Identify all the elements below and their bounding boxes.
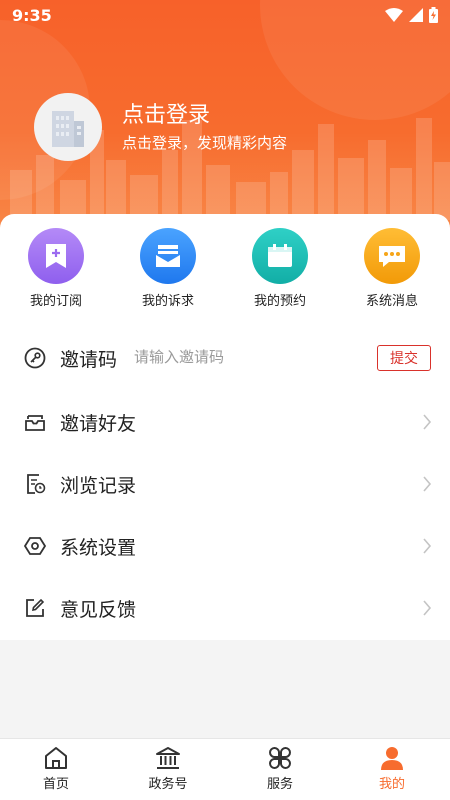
nav-tab-home[interactable]: 首页 [0, 739, 112, 800]
mail-icon [140, 228, 196, 284]
history-icon [27, 474, 46, 494]
menu-item-invite-friends[interactable]: 邀请好友 [0, 392, 450, 454]
quick-actions: 我的订阅 我的诉求 我的预约 系统消息 [0, 214, 450, 314]
invite-code-row: 邀请码 提交 [0, 328, 450, 390]
menu-item-feedback[interactable]: 意见反馈 [0, 578, 450, 640]
bookmark-plus-icon [28, 228, 84, 284]
menu-item-label: 系统设置 [60, 537, 137, 559]
chevron-right-icon [423, 538, 432, 554]
message-icon [364, 228, 420, 284]
quick-item-system-messages[interactable]: 系统消息 [336, 228, 448, 309]
profile-icon [381, 747, 403, 770]
quick-item-subscriptions[interactable]: 我的订阅 [0, 228, 112, 309]
chevron-right-icon [423, 476, 432, 492]
quick-item-label: 我的预约 [253, 294, 306, 309]
menu-item-label: 浏览记录 [60, 475, 137, 497]
wifi-icon [385, 8, 403, 22]
nav-tab-profile[interactable]: 我的 [336, 739, 448, 800]
home-icon [45, 747, 67, 769]
menu-item-label: 意见反馈 [60, 599, 137, 621]
login-title[interactable]: 点击登录 [122, 97, 210, 129]
key-icon [24, 347, 46, 369]
profile-header: 9:35 点击登录 点击登录，发现精彩内容 [0, 0, 450, 240]
building-avatar-icon [52, 111, 84, 147]
government-icon [156, 747, 180, 769]
quick-item-label: 我的诉求 [141, 294, 194, 309]
menu-item-browsing-history[interactable]: 浏览记录 [0, 454, 450, 516]
invite-code-label: 邀请码 [60, 349, 118, 371]
status-time: 9:35 [12, 6, 52, 25]
services-icon [269, 747, 291, 769]
calendar-icon [252, 228, 308, 284]
menu-item-system-settings[interactable]: 系统设置 [0, 516, 450, 578]
login-subtitle[interactable]: 点击登录，发现精彩内容 [122, 132, 287, 153]
submit-button[interactable]: 提交 [377, 345, 431, 371]
chevron-right-icon [423, 414, 432, 430]
quick-item-label: 系统消息 [365, 294, 418, 309]
menu-item-label: 邀请好友 [60, 413, 137, 435]
nav-tab-label: 我的 [378, 777, 405, 792]
quick-item-requests[interactable]: 我的诉求 [112, 228, 224, 309]
nav-tab-services[interactable]: 服务 [224, 739, 336, 800]
status-bar: 9:35 [0, 0, 450, 30]
nav-tab-label: 服务 [266, 777, 293, 792]
nav-tab-label: 政务号 [148, 777, 188, 792]
edit-icon [26, 598, 45, 617]
nav-tab-government[interactable]: 政务号 [112, 739, 224, 800]
nav-tab-label: 首页 [42, 777, 69, 792]
inbox-icon [25, 415, 45, 431]
avatar[interactable] [34, 93, 102, 161]
quick-item-appointments[interactable]: 我的预约 [224, 228, 336, 309]
battery-icon [429, 7, 438, 23]
quick-item-label: 我的订阅 [29, 294, 82, 309]
signal-icon [409, 8, 423, 22]
invite-code-input[interactable] [134, 348, 354, 366]
bottom-navigation: 首页 政务号 服务 我的 [0, 738, 450, 800]
chevron-right-icon [423, 600, 432, 616]
content-card: 我的订阅 我的诉求 我的预约 系统消息 邀请码 请输入邀请码 提交 邀请好友 浏… [0, 214, 450, 640]
settings-icon [24, 537, 46, 555]
